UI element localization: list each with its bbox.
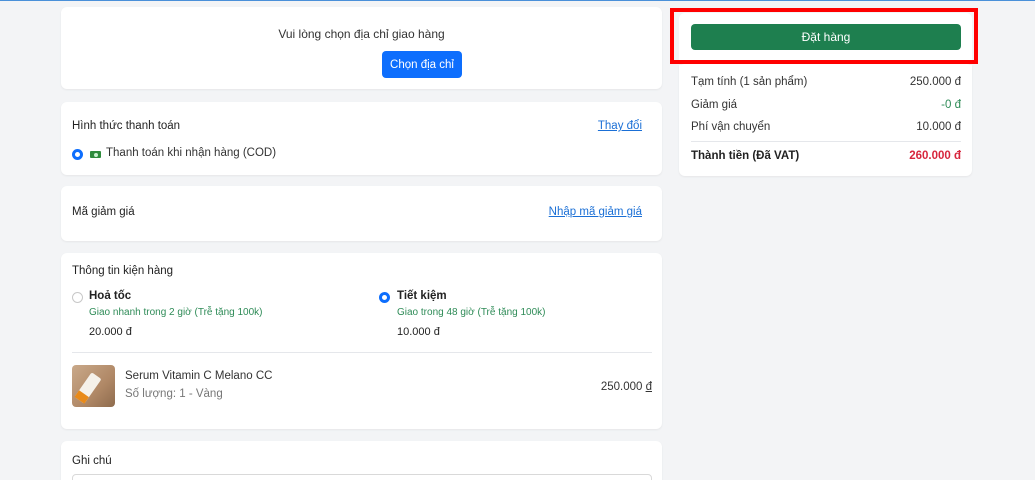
economy-shipping-desc: Giao trong 48 giờ (Trễ tặng 100k) bbox=[397, 307, 546, 318]
express-shipping-radio[interactable] bbox=[72, 292, 83, 303]
package-divider bbox=[72, 352, 652, 353]
package-title: Thông tin kiện hàng bbox=[72, 265, 174, 277]
note-input[interactable] bbox=[72, 474, 652, 480]
product-image bbox=[72, 365, 115, 407]
economy-shipping-radio[interactable] bbox=[379, 292, 390, 303]
economy-shipping-name[interactable]: Tiết kiệm bbox=[397, 290, 447, 302]
order-button-container: Đặt hàng bbox=[679, 13, 972, 65]
enter-coupon-link[interactable]: Nhập mã giảm giá bbox=[549, 206, 642, 218]
express-shipping-desc: Giao nhanh trong 2 giờ (Trễ tặng 100k) bbox=[89, 307, 263, 318]
subtotal-label: Tạm tính (1 sản phẩm) bbox=[691, 76, 808, 88]
coupon-card: Mã giảm giá Nhập mã giảm giá bbox=[61, 186, 662, 241]
summary-divider bbox=[691, 141, 961, 142]
cash-icon bbox=[90, 151, 101, 158]
change-payment-link[interactable]: Thay đổi bbox=[598, 120, 642, 132]
express-shipping-price: 20.000 đ bbox=[89, 326, 132, 338]
product-meta: Số lượng: 1 - Vàng bbox=[125, 388, 223, 400]
payment-card: Hình thức thanh toán Thay đổi Thanh toán… bbox=[61, 102, 662, 175]
subtotal-value: 250.000 đ bbox=[909, 76, 961, 88]
express-shipping-name[interactable]: Hoả tốc bbox=[89, 290, 131, 302]
note-title: Ghi chú bbox=[72, 455, 112, 467]
cod-radio[interactable] bbox=[72, 149, 83, 160]
package-card: Thông tin kiện hàng Hoả tốc Giao nhanh t… bbox=[61, 253, 662, 429]
shipping-fee-label: Phí vận chuyển bbox=[691, 121, 771, 133]
total-label: Thành tiền (Đã VAT) bbox=[691, 150, 800, 162]
address-card: Vui lòng chọn địa chỉ giao hàng Chọn địa… bbox=[61, 7, 662, 89]
discount-value: -0 đ bbox=[941, 99, 961, 111]
payment-method-label: Thanh toán khi nhận hàng (COD) bbox=[106, 147, 277, 159]
coupon-title: Mã giảm giá bbox=[72, 206, 135, 218]
note-card: Ghi chú bbox=[61, 441, 662, 480]
discount-label: Giảm giá bbox=[691, 99, 738, 111]
economy-shipping-price: 10.000 đ bbox=[397, 326, 440, 338]
address-prompt: Vui lòng chọn địa chỉ giao hàng bbox=[278, 27, 445, 41]
payment-title: Hình thức thanh toán bbox=[72, 120, 181, 132]
choose-address-button[interactable]: Chọn địa chỉ bbox=[382, 51, 462, 78]
order-summary: Tạm tính (1 sản phẩm) 250.000 đ Giảm giá… bbox=[679, 65, 972, 176]
total-value: 260.000 đ bbox=[909, 150, 961, 162]
product-name: Serum Vitamin C Melano CC bbox=[125, 370, 273, 382]
place-order-button[interactable]: Đặt hàng bbox=[691, 24, 961, 50]
shipping-fee-value: 10.000 đ bbox=[916, 121, 961, 133]
product-price: 250.000 đ bbox=[600, 381, 652, 393]
